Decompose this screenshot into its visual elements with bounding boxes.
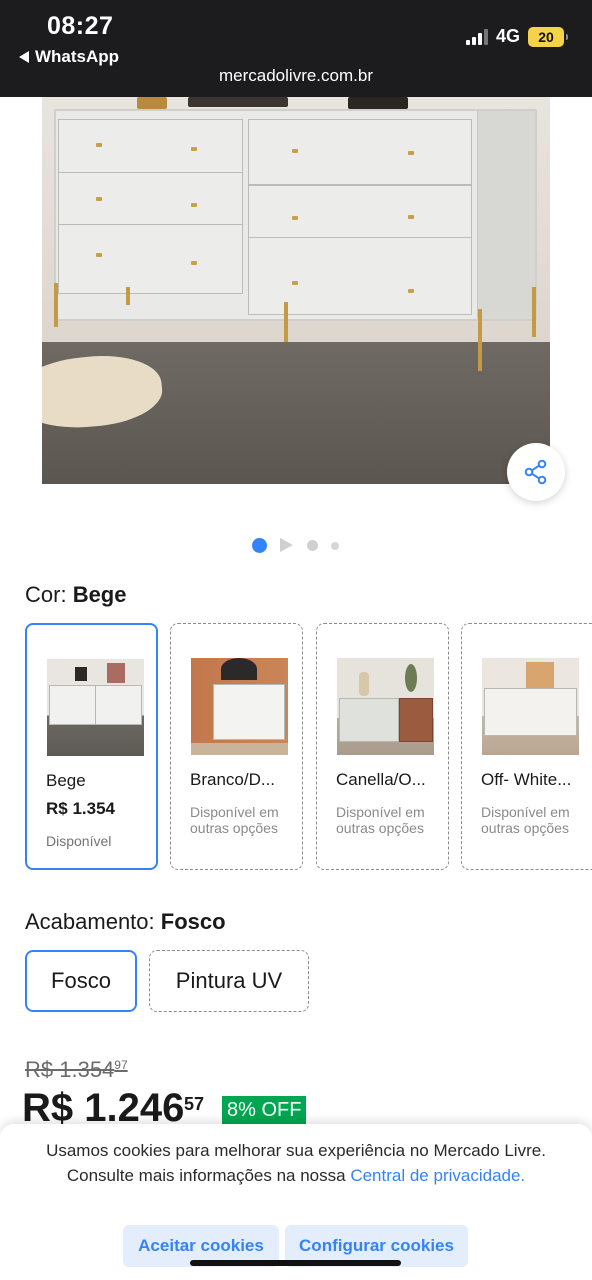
color-label-text: Cor: bbox=[25, 582, 73, 607]
finish-label: Acabamento: Fosco bbox=[25, 909, 226, 935]
product-image[interactable] bbox=[42, 97, 550, 484]
color-option-branco[interactable]: Branco/D... Disponível em outras opções bbox=[170, 623, 303, 870]
color-option-name: Bege bbox=[46, 771, 86, 790]
color-thumbnail bbox=[337, 658, 434, 755]
cookie-banner: Usamos cookies para melhorar sua experiê… bbox=[0, 1124, 592, 1280]
cookie-message: Usamos cookies para melhorar sua experiê… bbox=[40, 1138, 552, 1188]
signal-icon bbox=[465, 28, 488, 45]
finish-selected-value: Fosco bbox=[160, 909, 226, 934]
back-to-app-link[interactable]: WhatsApp bbox=[19, 47, 119, 67]
pagination-dot[interactable] bbox=[331, 542, 339, 550]
color-thumbnail bbox=[482, 658, 579, 755]
color-option-name: Canella/O... bbox=[336, 770, 426, 789]
gallery-pagination bbox=[0, 537, 592, 553]
color-option-name: Branco/D... bbox=[190, 770, 276, 789]
finish-option-pintura-uv[interactable]: Pintura UV bbox=[149, 950, 309, 1012]
color-option-note: Disponível em outras opções bbox=[481, 804, 570, 836]
pagination-dot[interactable] bbox=[307, 540, 318, 551]
original-price-cents: 97 bbox=[114, 1058, 128, 1072]
finish-option-fosco[interactable]: Fosco bbox=[25, 950, 137, 1012]
original-price-value: R$ 1.354 bbox=[25, 1057, 115, 1082]
original-price: R$ 1.35497 bbox=[25, 1057, 128, 1083]
pagination-dot-active[interactable] bbox=[252, 538, 267, 553]
clock: 08:27 bbox=[47, 12, 114, 40]
color-option-price: R$ 1.354 bbox=[46, 799, 115, 818]
color-thumbnail bbox=[191, 658, 288, 755]
share-icon bbox=[524, 459, 547, 485]
color-thumbnail bbox=[47, 659, 144, 756]
back-app-label: WhatsApp bbox=[35, 47, 120, 66]
color-option-note: Disponível em outras opções bbox=[190, 804, 279, 836]
discount-badge: 8% OFF bbox=[222, 1096, 307, 1124]
privacy-center-link[interactable]: Central de privacidade. bbox=[350, 1166, 525, 1185]
share-button[interactable] bbox=[507, 443, 565, 501]
status-bar: 08:27 WhatsApp 4G 20 mercadolivre.com.br bbox=[0, 0, 592, 97]
finish-label-text: Acabamento: bbox=[25, 909, 161, 934]
battery-icon: 20 bbox=[528, 26, 568, 47]
color-option-note: Disponível em outras opções bbox=[336, 804, 425, 836]
battery-level: 20 bbox=[538, 28, 554, 45]
color-option-canella[interactable]: Canella/O... Disponível em outras opções bbox=[316, 623, 449, 870]
home-indicator[interactable] bbox=[190, 1260, 401, 1266]
color-label: Cor: Bege bbox=[25, 582, 126, 608]
url-bar[interactable]: mercadolivre.com.br bbox=[0, 66, 592, 86]
color-option-bege[interactable]: Bege R$ 1.354 Disponível bbox=[25, 623, 158, 870]
color-selected-value: Bege bbox=[72, 582, 127, 607]
video-play-icon[interactable] bbox=[280, 538, 293, 552]
color-option-off-white[interactable]: Off- White... Disponível em outras opçõe… bbox=[461, 623, 592, 870]
status-icons: 4G 20 bbox=[465, 26, 568, 47]
color-option-name: Off- White... bbox=[481, 770, 572, 789]
color-option-availability: Disponível bbox=[46, 833, 112, 849]
network-label: 4G bbox=[495, 26, 520, 46]
back-arrow-icon bbox=[19, 51, 29, 63]
current-price-cents: 57 bbox=[184, 1094, 205, 1114]
